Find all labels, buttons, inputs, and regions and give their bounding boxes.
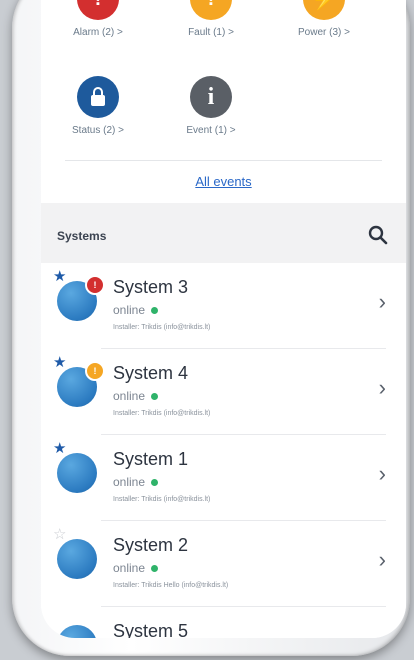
system-installer: Installer: Trikdis Hello (info@trikdis.l… <box>113 582 229 589</box>
system-name: System 2 <box>113 535 189 555</box>
online-dot-icon <box>151 479 159 487</box>
system-status: online <box>113 561 159 575</box>
search-icon[interactable] <box>368 225 388 245</box>
warning-badge-icon: ! <box>85 361 105 381</box>
chevron-right-icon[interactable]: › <box>379 461 386 487</box>
event-status[interactable]: Status (2) > <box>43 76 153 136</box>
system-row[interactable]: ☆ System 2 online Installer: Trikdis Hel… <box>41 521 406 607</box>
event-power[interactable]: ⚡ Power (3) > <box>269 0 379 38</box>
system-row[interactable]: ★ ! System 3 online Installer: Trikdis (… <box>41 263 406 349</box>
system-row[interactable]: ★ System 1 online Installer: Trikdis (in… <box>41 435 406 521</box>
system-name: System 1 <box>113 449 189 469</box>
online-dot-icon <box>151 307 159 315</box>
system-status: online <box>113 389 159 403</box>
event-power-label: Power (3) > <box>298 27 350 38</box>
system-installer: Installer: Trikdis (info@trikdis.lt) <box>113 496 211 503</box>
system-avatar <box>57 453 97 493</box>
system-avatar <box>57 539 97 579</box>
app-screen: ! Alarm (2) > ! Fault (1) > ⚡ Power (3) … <box>41 0 406 638</box>
siren-icon: ! <box>77 0 119 20</box>
system-avatar <box>57 625 97 638</box>
system-row[interactable]: ★ ! System 4 online Installer: Trikdis (… <box>41 349 406 435</box>
system-name: System 3 <box>113 277 189 297</box>
system-installer: Installer: Trikdis (info@trikdis.lt) <box>113 324 211 331</box>
all-events-link[interactable]: All events <box>41 174 406 189</box>
system-name: System 4 <box>113 363 189 383</box>
star-icon[interactable]: ★ <box>53 269 66 284</box>
system-row[interactable]: System 5 <box>41 607 406 638</box>
event-categories: ! Alarm (2) > ! Fault (1) > ⚡ Power (3) … <box>41 0 406 190</box>
warning-icon: ! <box>190 0 232 20</box>
star-outline-icon[interactable]: ☆ <box>53 527 66 542</box>
chevron-right-icon[interactable]: › <box>379 375 386 401</box>
lock-icon <box>77 76 119 118</box>
event-fault[interactable]: ! Fault (1) > <box>156 0 266 38</box>
event-alarm-label: Alarm (2) > <box>73 27 123 38</box>
star-icon[interactable]: ★ <box>53 355 66 370</box>
event-status-label: Status (2) > <box>72 125 124 136</box>
event-event-label: Event (1) > <box>186 125 236 136</box>
online-dot-icon <box>151 565 159 573</box>
power-icon: ⚡ <box>303 0 345 20</box>
star-icon[interactable]: ★ <box>53 441 66 456</box>
systems-header: Systems <box>41 203 406 263</box>
system-status: online <box>113 475 159 489</box>
event-fault-label: Fault (1) > <box>188 27 234 38</box>
alarm-badge-icon: ! <box>85 275 105 295</box>
info-icon: i <box>190 76 232 118</box>
system-installer: Installer: Trikdis (info@trikdis.lt) <box>113 410 211 417</box>
event-alarm[interactable]: ! Alarm (2) > <box>43 0 153 38</box>
chevron-right-icon[interactable]: › <box>379 547 386 573</box>
chevron-right-icon[interactable]: › <box>379 289 386 315</box>
event-event[interactable]: i Event (1) > <box>156 76 266 136</box>
divider <box>65 160 382 161</box>
system-name: System 5 <box>113 621 189 638</box>
online-dot-icon <box>151 393 159 401</box>
systems-title: Systems <box>57 229 107 243</box>
system-status: online <box>113 303 159 317</box>
